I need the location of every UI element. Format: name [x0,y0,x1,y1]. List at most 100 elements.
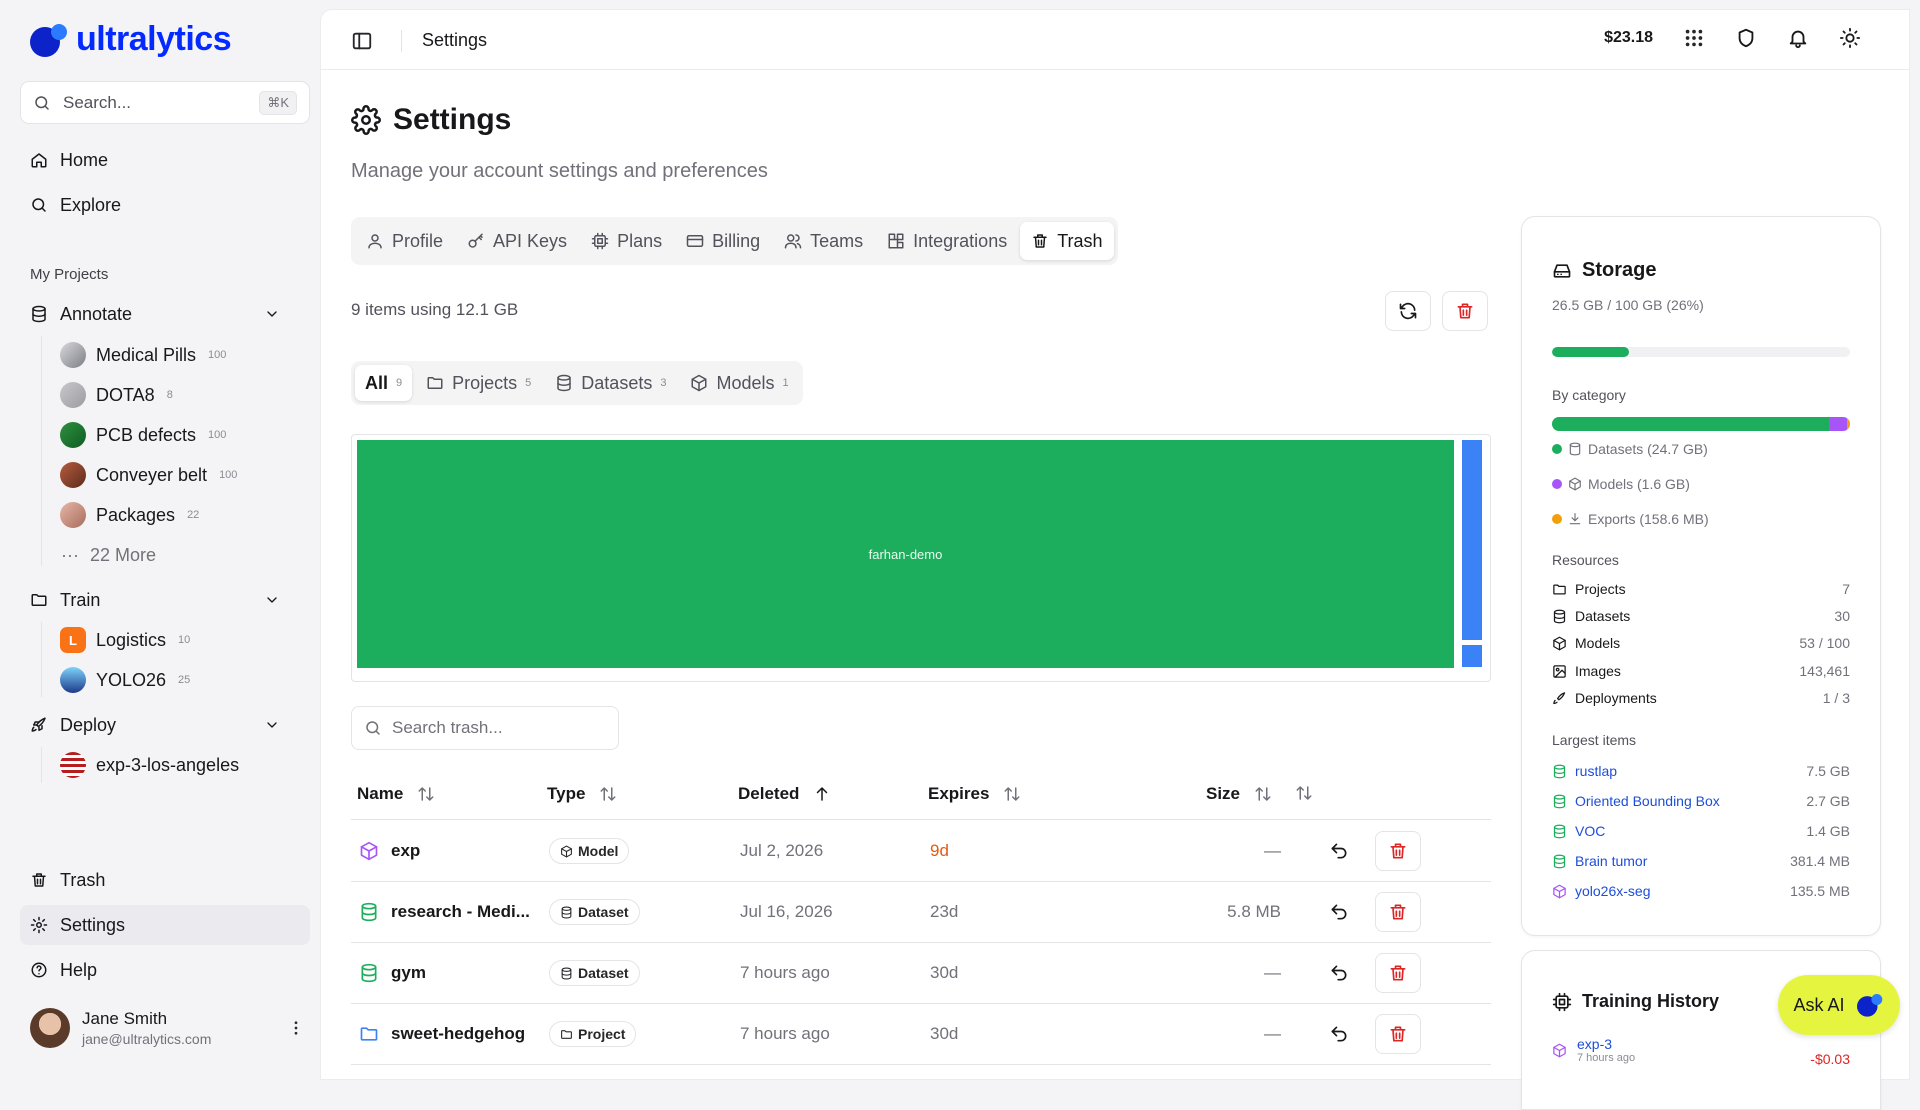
resource-datasets: Datasets 30 [1552,608,1850,624]
row-expires: 9d [930,841,949,860]
row-size: — [1264,1024,1281,1043]
column-actions-sort[interactable] [1295,784,1313,802]
trash-usage: 9 items using 12.1 GB [351,300,519,319]
more-projects-link[interactable]: ··· 22 More [60,538,156,572]
treemap-block-farhan-demo[interactable]: farhan-demo [357,440,1454,668]
restore-button[interactable] [1329,943,1349,1003]
largest-item-link[interactable]: Oriented Bounding Box [1575,793,1720,809]
project-medical-pills[interactable]: Medical Pills 100 [60,338,226,372]
column-expires[interactable]: Expires [928,784,1021,804]
project-conveyer-belt[interactable]: Conveyer belt 100 [60,458,237,492]
row-expires: 30d [930,1024,959,1043]
largest-item[interactable]: yolo26x-seg 135.5 MB [1552,883,1850,899]
empty-trash-button[interactable] [1442,291,1488,331]
ask-ai-button[interactable]: Ask AI [1778,975,1900,1035]
tab-billing[interactable]: Billing [675,222,771,260]
tab-plans[interactable]: Plans [580,222,673,260]
nav-home[interactable]: Home [20,140,310,180]
delete-forever-button[interactable] [1375,1004,1421,1064]
refresh-button[interactable] [1385,291,1431,331]
treemap-block[interactable] [1462,645,1482,667]
bell-icon[interactable] [1787,27,1809,49]
ultralytics-logo[interactable]: ultralytics [28,20,232,59]
training-history-title-text: Training History [1582,991,1720,1011]
delete-forever-button[interactable] [1375,821,1421,881]
nav-settings[interactable]: Settings [20,905,310,945]
delete-button-frame [1375,1014,1421,1054]
train-group[interactable]: Train [20,582,280,618]
table-row[interactable]: research - Medi... Dataset Jul 16, 2026 … [351,882,1491,943]
largest-item-link[interactable]: Brain tumor [1575,853,1647,869]
shield-icon[interactable] [1735,27,1757,49]
table-row[interactable]: sweet-hedgehog Project 7 hours ago 30d — [351,1004,1491,1065]
project-dota8[interactable]: DOTA8 8 [60,378,173,412]
undo-icon [1331,1026,1347,1042]
deploy-group[interactable]: Deploy [20,707,280,743]
more-vertical-icon[interactable] [287,1019,305,1037]
rocket-icon [31,717,46,732]
delete-forever-button[interactable] [1375,943,1421,1003]
column-type[interactable]: Type [547,784,617,804]
largest-item-link[interactable]: rustlap [1575,763,1617,779]
filter-datasets[interactable]: Datasets 3 [545,365,676,401]
largest-item[interactable]: VOC 1.4 GB [1552,823,1850,839]
undo-icon [1331,965,1347,981]
tab-api-keys[interactable]: API Keys [456,222,578,260]
credit-balance[interactable]: $23.18 [1604,29,1653,47]
largest-item[interactable]: Brain tumor 381.4 MB [1552,853,1850,869]
filter-models[interactable]: Models 1 [680,365,798,401]
row-expires: 23d [930,902,959,921]
training-run-time: 7 hours ago [1577,1052,1636,1064]
project-pcb-defects[interactable]: PCB defects 100 [60,418,226,452]
delete-forever-button[interactable] [1375,882,1421,942]
largest-item[interactable]: Oriented Bounding Box 2.7 GB [1552,793,1850,809]
sun-icon[interactable] [1839,27,1861,49]
largest-item-link[interactable]: yolo26x-seg [1575,883,1651,899]
nav-explore[interactable]: Explore [20,185,310,225]
column-name[interactable]: Name [357,784,435,804]
row-size: 5.8 MB [1227,902,1281,921]
column-size[interactable]: Size [1206,784,1272,804]
user-menu[interactable]: Jane Smith jane@ultralytics.com [30,1008,305,1048]
tab-label: Teams [810,230,864,251]
largest-item[interactable]: rustlap 7.5 GB [1552,763,1850,779]
treemap-block[interactable] [1462,440,1482,640]
resource-label: Images [1575,663,1621,679]
tab-integrations[interactable]: Integrations [876,222,1018,260]
restore-button[interactable] [1329,821,1349,881]
table-row[interactable]: exp Model Jul 2, 2026 9d — [351,821,1491,882]
sort-icon [1255,787,1271,801]
tab-trash[interactable]: Trash [1020,222,1114,260]
training-run-name[interactable]: exp-3 [1577,1036,1635,1052]
column-deleted[interactable]: Deleted [738,784,831,804]
sidebar-toggle-icon[interactable] [351,30,373,52]
tab-profile[interactable]: Profile [355,222,454,260]
nav-trash[interactable]: Trash [20,860,310,900]
search-input[interactable]: Search... ⌘K [20,81,310,124]
delete-button-frame [1375,831,1421,871]
training-history-item[interactable]: exp-3 7 hours ago [1552,1036,1635,1064]
my-projects-label: My Projects [30,266,109,283]
project-yolo26[interactable]: YOLO26 25 [60,663,190,697]
tab-teams[interactable]: Teams [773,222,874,260]
nav-explore-label: Explore [60,194,122,215]
largest-item-link[interactable]: VOC [1575,823,1605,839]
project-logistics[interactable]: L Logistics 10 [60,623,190,657]
filter-all[interactable]: All 9 [355,365,413,401]
search-icon [35,95,49,110]
nav-help[interactable]: Help [20,950,310,990]
sort-icon [600,787,616,801]
filter-projects[interactable]: Projects 5 [416,365,541,401]
project-packages[interactable]: Packages 22 [60,498,199,532]
filter-label: All [365,372,389,393]
deployment-exp-3-los-angeles[interactable]: exp-3-los-angeles [60,748,239,782]
table-row[interactable]: gym Dataset 7 hours ago 30d — [351,943,1491,1004]
restore-button[interactable] [1329,1004,1349,1064]
largest-item-size: 135.5 MB [1790,883,1850,899]
trash-search-input[interactable]: Search trash... [351,706,619,750]
annotate-group[interactable]: Annotate [20,296,280,332]
restore-button[interactable] [1329,882,1349,942]
apps-grid-icon[interactable] [1683,27,1705,49]
legend-datasets: Datasets (24.7 GB) [1552,441,1708,457]
cube-icon [1553,884,1566,898]
